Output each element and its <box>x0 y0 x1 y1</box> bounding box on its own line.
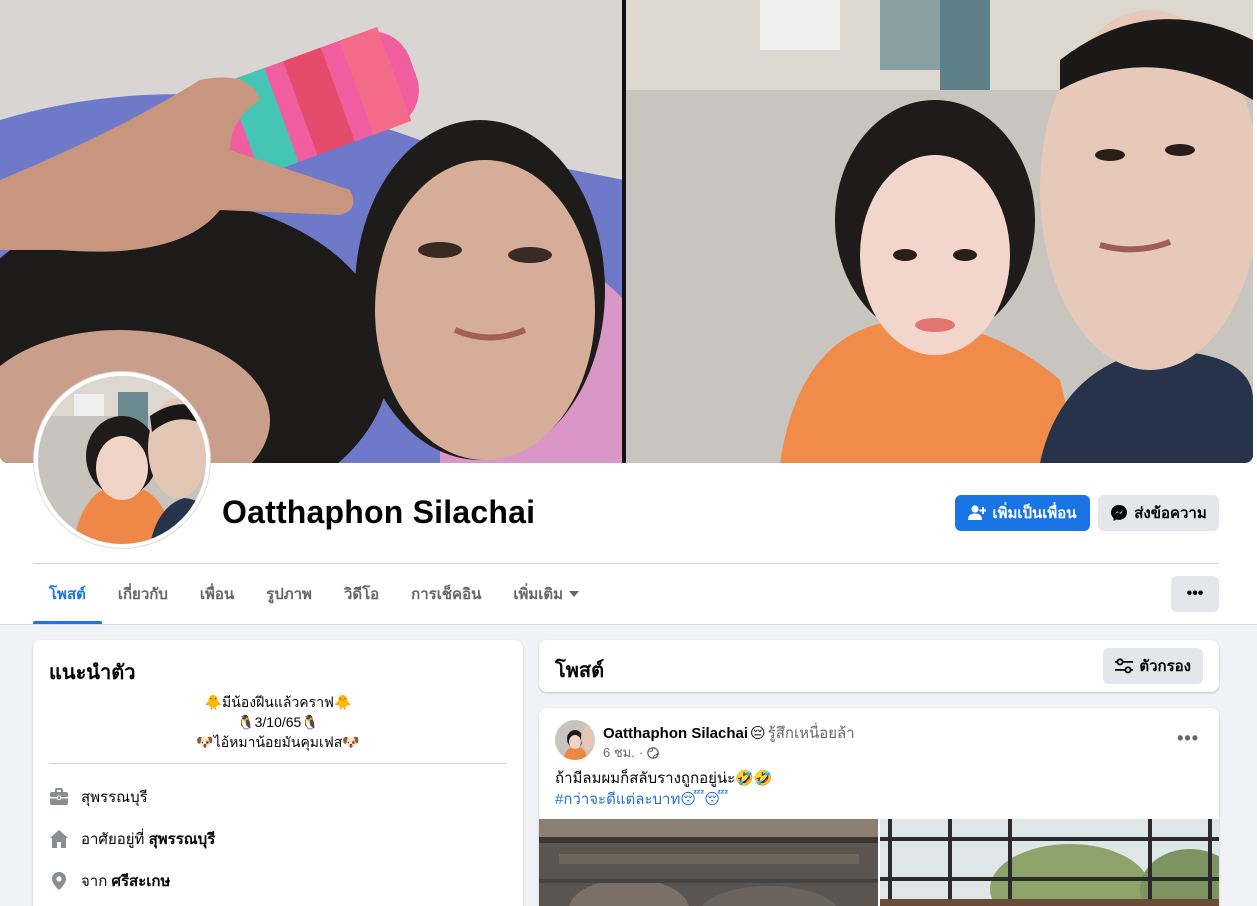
bio-line: 🐥มีน้องฝีนแล้วคราฟ🐥 <box>204 694 352 710</box>
tab-about[interactable]: เกี่ยวกับ <box>102 565 184 623</box>
info-from-prefix: จาก <box>81 873 108 890</box>
intro-divider <box>49 763 507 764</box>
cover-photo-image <box>0 0 1253 463</box>
profile-tabs: โพสต์ เกี่ยวกับ เพื่อน รูปภาพ วิดีโอ การ… <box>33 565 595 625</box>
post-options-button[interactable]: ••• <box>1177 728 1199 749</box>
post-photo-2[interactable] <box>880 819 1219 906</box>
add-friend-label: เพิ่มเป็นเพื่อน <box>992 505 1077 522</box>
location-pin-icon <box>52 872 66 890</box>
post-hashtag[interactable]: #กว่าจะดีแต่ละบาท😴😴 <box>555 789 773 810</box>
more-options-button[interactable]: ••• <box>1171 576 1219 612</box>
post-text: ถ้ามีลมผมก็สลับรางถูกอยู่น่ะ🤣🤣 #กว่าจะดี… <box>555 768 773 810</box>
post-text-line: ถ้ามีลมผมก็สลับรางถูกอยู่น่ะ🤣🤣 <box>555 770 773 787</box>
messenger-icon <box>1111 505 1128 521</box>
message-label: ส่งข้อความ <box>1134 505 1207 522</box>
tab-more-label: เพิ่มเติม <box>513 586 564 603</box>
posts-title: โพสต์ <box>555 660 605 682</box>
info-work-text[interactable]: สุพรรณบุรี <box>81 785 148 809</box>
profile-avatar[interactable] <box>34 372 210 548</box>
post-photo-1[interactable] <box>539 819 878 906</box>
filter-button[interactable]: ตัวกรอง <box>1103 648 1203 684</box>
post-photo-1-image <box>539 819 878 906</box>
cover-photo[interactable] <box>0 0 1253 463</box>
message-button[interactable]: ส่งข้อความ <box>1098 495 1219 531</box>
tab-friends[interactable]: เพื่อน <box>184 565 250 623</box>
tab-checkins-label: การเช็คอิน <box>411 586 482 603</box>
info-from-place[interactable]: ศรีสะเกษ <box>111 873 170 890</box>
caret-down-icon <box>569 591 580 597</box>
post-author-name[interactable]: Oatthaphon Silachai <box>603 725 748 742</box>
info-from-text: จาก ศรีสะเกษ <box>81 869 170 893</box>
tab-friends-label: เพื่อน <box>199 586 235 603</box>
profile-name: Oatthaphon Silachai <box>222 494 536 530</box>
tab-more[interactable]: เพิ่มเติม <box>497 565 595 623</box>
info-lives-prefix: อาศัยอยู่ที่ <box>81 831 145 848</box>
post-meta-separator: · <box>638 745 644 760</box>
post-meta: 6 ชม. · <box>603 742 660 763</box>
header-divider <box>33 563 1219 564</box>
intro-card: แนะนำตัว 🐥มีน้องฝีนแล้วคราฟ🐥 🐧3/10/65🐧 🐶… <box>33 640 523 906</box>
posts-header-card: โพสต์ ตัวกรอง <box>539 640 1219 692</box>
briefcase-icon <box>50 788 68 805</box>
post-photo-2-image <box>880 819 1219 906</box>
post-feeling: รู้สึกเหนื่อยล้า <box>767 725 855 742</box>
tab-posts[interactable]: โพสต์ <box>33 565 102 624</box>
info-lives-text: อาศัยอยู่ที่ สุพรรณบุรี <box>81 827 215 851</box>
tab-videos-label: วิดีโอ <box>343 586 380 603</box>
tab-about-label: เกี่ยวกับ <box>117 586 168 603</box>
globe-icon <box>647 746 660 759</box>
profile-header: Oatthaphon Silachai เพิ่มเป็นเพื่อน ส่งข… <box>0 0 1257 625</box>
post-author-avatar[interactable] <box>555 720 595 760</box>
post-feeling-emoji: 😔 <box>750 725 766 742</box>
tab-videos[interactable]: วิดีโอ <box>328 565 395 623</box>
post-time[interactable]: 6 ชม. <box>603 742 635 763</box>
bio: 🐥มีน้องฝีนแล้วคราฟ🐥 🐧3/10/65🐧 🐶ไอ้หมาน้อ… <box>49 692 507 752</box>
post-photos <box>539 819 1219 906</box>
home-icon <box>50 830 68 848</box>
bio-line: 🐧3/10/65🐧 <box>237 714 319 730</box>
filter-icon <box>1115 658 1134 674</box>
info-from: จาก ศรีสะเกษ <box>49 869 170 893</box>
post-avatar-image <box>555 720 595 760</box>
info-work: สุพรรณบุรี <box>49 785 148 809</box>
tab-photos[interactable]: รูปภาพ <box>250 565 328 623</box>
add-friend-icon <box>968 505 987 520</box>
info-lives: อาศัยอยู่ที่ สุพรรณบุรี <box>49 827 215 851</box>
bio-line: 🐶ไอ้หมาน้อยมันคุมเฟส🐶 <box>196 734 360 750</box>
info-lives-place[interactable]: สุพรรณบุรี <box>149 831 216 848</box>
avatar-image <box>38 376 206 544</box>
add-friend-button[interactable]: เพิ่มเป็นเพื่อน <box>955 495 1090 531</box>
tab-posts-label: โพสต์ <box>49 586 86 603</box>
tab-checkins[interactable]: การเช็คอิน <box>395 565 497 623</box>
intro-title: แนะนำตัว <box>49 662 136 684</box>
tab-photos-label: รูปภาพ <box>266 586 312 603</box>
filter-label: ตัวกรอง <box>1139 658 1191 675</box>
post-card: Oatthaphon Silachai 😔 รู้สึกเหนื่อยล้า 6… <box>539 708 1219 906</box>
